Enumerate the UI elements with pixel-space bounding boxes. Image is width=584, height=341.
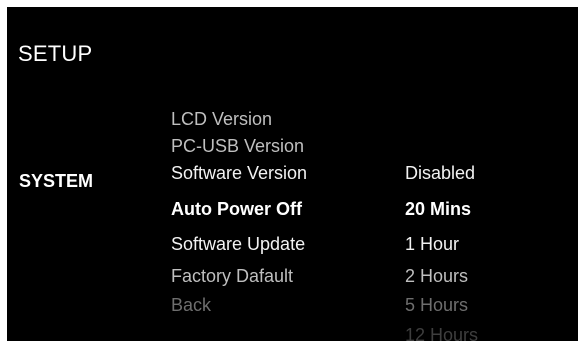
option-12-hours[interactable]: 12 Hours <box>405 325 478 341</box>
menu-item-factory-default[interactable]: Factory Dafault <box>171 266 293 287</box>
category-system[interactable]: SYSTEM <box>19 171 93 192</box>
menu-item-software-version[interactable]: Software Version <box>171 163 307 184</box>
option-disabled[interactable]: Disabled <box>405 163 475 184</box>
menu-item-software-update[interactable]: Software Update <box>171 234 305 255</box>
menu-item-back[interactable]: Back <box>171 295 211 316</box>
menu-item-auto-power-off[interactable]: Auto Power Off <box>171 199 302 220</box>
setup-screen: SETUP SYSTEM LCD Version PC-USB Version … <box>7 7 578 341</box>
menu-item-lcd-version[interactable]: LCD Version <box>171 109 272 130</box>
option-1-hour[interactable]: 1 Hour <box>405 234 459 255</box>
page-title: SETUP <box>18 41 93 66</box>
option-5-hours[interactable]: 5 Hours <box>405 295 468 316</box>
option-20-mins[interactable]: 20 Mins <box>405 199 471 220</box>
option-2-hours[interactable]: 2 Hours <box>405 266 468 287</box>
menu-item-pc-usb-version[interactable]: PC-USB Version <box>171 136 304 157</box>
